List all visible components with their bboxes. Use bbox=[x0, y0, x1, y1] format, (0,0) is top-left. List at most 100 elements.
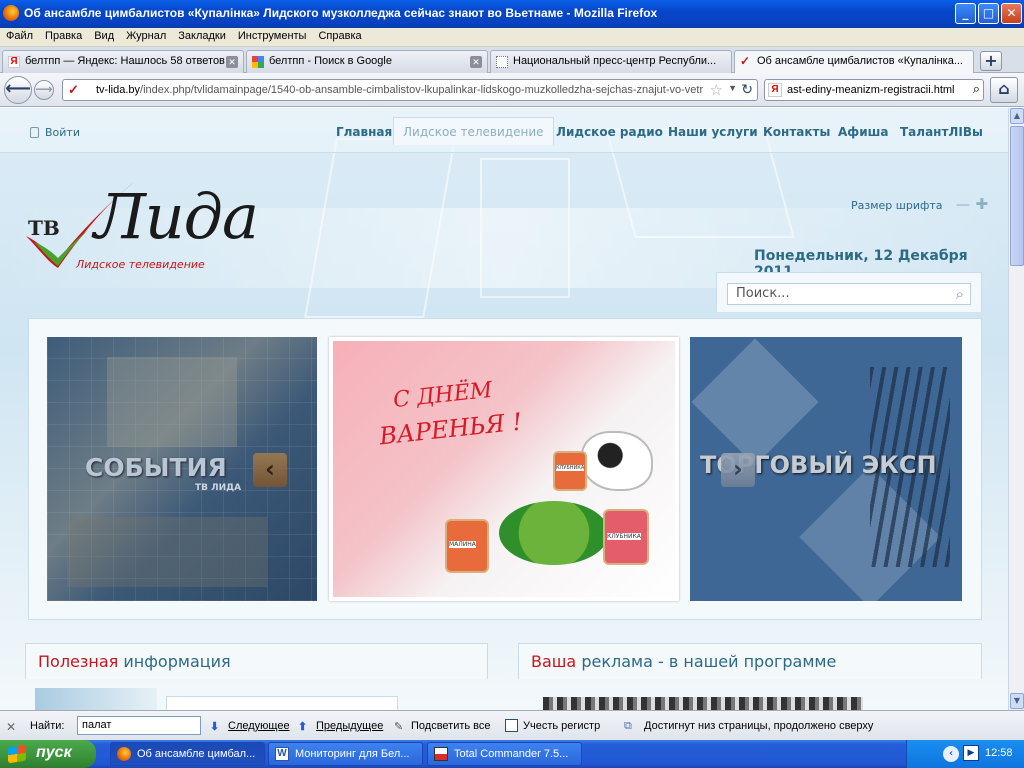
media-player-icon[interactable]: ▶ bbox=[963, 745, 979, 761]
close-tab-icon[interactable]: ✕ bbox=[226, 56, 238, 68]
clock[interactable]: 12:58 bbox=[985, 747, 1013, 759]
yandex-engine-icon[interactable]: Я bbox=[768, 83, 782, 97]
section-title-accent: Ваша bbox=[531, 652, 577, 671]
page-viewport: Войти Главная Лидское телевидение Лидско… bbox=[0, 108, 1008, 710]
nav-lida-radio[interactable]: Лидское радио bbox=[556, 125, 663, 139]
tab-active-article[interactable]: ✓ Об ансамбле цимбалистов «Купалінка... bbox=[734, 50, 974, 74]
search-icon[interactable]: ⌕ bbox=[972, 81, 980, 97]
jar-label: КЛУБНИКА bbox=[556, 465, 585, 471]
menu-view[interactable]: Вид bbox=[88, 28, 120, 42]
menu-history[interactable]: Журнал bbox=[120, 28, 172, 42]
nav-our-services[interactable]: Наши услуги bbox=[668, 125, 758, 139]
nav-home[interactable]: Главная bbox=[336, 125, 392, 139]
window-title: Об ансамбле цимбалистов «Купалінка» Лидс… bbox=[24, 6, 658, 20]
tab-yandex[interactable]: Я белтпп — Яндекс: Нашлось 58 ответов ✕ bbox=[2, 50, 244, 73]
windows-taskbar: пуск Об ансамбле цимбал... W Мониторинг … bbox=[0, 740, 1024, 768]
slide-diamond bbox=[691, 338, 819, 466]
slide-left-title: СОБЫТИЯ bbox=[85, 453, 227, 482]
maximize-button[interactable]: □ bbox=[978, 3, 999, 24]
login-link[interactable]: Войти bbox=[30, 126, 80, 139]
font-size-label: Размер шрифта bbox=[851, 199, 943, 212]
site-logo[interactable]: ТВ Лида Лидское телевидение bbox=[24, 168, 259, 278]
cat-illustration bbox=[581, 431, 653, 491]
minimize-button[interactable]: _ bbox=[955, 3, 976, 24]
new-tab-button[interactable]: + bbox=[980, 51, 1002, 71]
task-firefox[interactable]: Об ансамбле цимбал... bbox=[110, 742, 265, 766]
match-case-checkbox[interactable] bbox=[505, 719, 518, 732]
vertical-scrollbar[interactable]: ▲ ▼ bbox=[1008, 108, 1024, 710]
close-tab-icon[interactable]: ✕ bbox=[470, 56, 482, 68]
navigation-toolbar: ⟵ ⟶ ✓ tv-lida.by/index.php/tvlidamainpag… bbox=[0, 73, 1024, 107]
nav-contacts[interactable]: Контакты bbox=[763, 125, 830, 139]
match-case-label[interactable]: Учесть регистр bbox=[523, 720, 600, 732]
find-previous-button[interactable]: Предыдущее bbox=[316, 720, 383, 732]
lock-icon bbox=[30, 127, 39, 138]
slide-photo bbox=[67, 517, 267, 587]
logo-subtitle: Лидское телевидение bbox=[76, 258, 205, 271]
forward-button[interactable]: ⟶ bbox=[34, 80, 54, 100]
reload-icon[interactable]: ↻ bbox=[741, 81, 753, 98]
menu-tools[interactable]: Инструменты bbox=[232, 28, 313, 42]
highlight-all-button[interactable]: Подсветить все bbox=[411, 720, 491, 732]
task-total-commander[interactable]: Total Commander 7.5... bbox=[427, 742, 582, 766]
menu-bar: Файл Правка Вид Журнал Закладки Инструменты Сп… bbox=[0, 28, 1024, 47]
find-status-text: Достигнут низ страницы, продолжено сверх… bbox=[644, 720, 874, 732]
section-title-rest: реклама - в нашей программе bbox=[576, 652, 837, 671]
firefox-icon bbox=[3, 5, 19, 21]
info-thumbnail bbox=[35, 688, 157, 710]
nav-afisha[interactable]: Афиша bbox=[838, 125, 888, 139]
close-button[interactable]: ✕ bbox=[1001, 3, 1022, 24]
tab-label: Об ансамбле цимбалистов «Купалінка... bbox=[757, 55, 963, 67]
home-button[interactable]: ⌂ bbox=[990, 77, 1018, 103]
slide-birthday[interactable]: С ДНЁМ ВАРЕНЬЯ ! МАЛИНА КЛУБНИКА КЛУБНИК… bbox=[329, 337, 679, 601]
tab-press-center[interactable]: Национальный пресс-центр Республи... bbox=[490, 50, 732, 73]
total-commander-icon bbox=[434, 747, 448, 761]
site-search-placeholder: Поиск... bbox=[736, 286, 790, 301]
cake-illustration bbox=[499, 501, 609, 565]
find-next-button[interactable]: Следующее bbox=[228, 720, 290, 732]
search-bar[interactable]: Я ast-ediny-meanizm-registracii.html ⌕ bbox=[764, 79, 984, 101]
start-button[interactable]: пуск bbox=[0, 740, 96, 768]
url-bar[interactable]: ✓ tv-lida.by/index.php/tvlidamainpage/15… bbox=[62, 79, 758, 101]
menu-edit[interactable]: Правка bbox=[39, 28, 88, 42]
tab-google[interactable]: белтпп - Поиск в Google ✕ bbox=[246, 50, 488, 73]
back-button[interactable]: ⟵ bbox=[4, 76, 32, 104]
slide-photo bbox=[107, 357, 237, 447]
site-search-input[interactable]: Поиск... ⌕ bbox=[727, 283, 971, 305]
menu-file[interactable]: Файл bbox=[0, 28, 39, 42]
nav-talentlivy[interactable]: ТалантЛІВы bbox=[900, 125, 983, 139]
tray-collapse-icon[interactable]: ‹ bbox=[943, 746, 959, 762]
jar-label: МАЛИНА bbox=[449, 541, 476, 548]
dropdown-arrow-icon[interactable]: ▼ bbox=[728, 83, 737, 93]
tab-bar: Я белтпп — Яндекс: Нашлось 58 ответов ✕ … bbox=[0, 47, 1024, 74]
font-increase-icon[interactable]: ✚ bbox=[976, 195, 989, 213]
menu-bookmarks[interactable]: Закладки bbox=[172, 28, 232, 42]
logo-tv-text: ТВ bbox=[28, 216, 60, 240]
wrapped-info-icon: ⧉ bbox=[624, 720, 632, 732]
task-label: Total Commander 7.5... bbox=[454, 748, 569, 760]
section-title-accent: Полезная bbox=[38, 652, 119, 671]
carousel-next-button[interactable]: › bbox=[721, 453, 755, 487]
scroll-up-icon[interactable]: ▲ bbox=[1010, 108, 1024, 124]
scroll-down-icon[interactable]: ▼ bbox=[1010, 693, 1024, 709]
tv-lida-icon: ✓ bbox=[740, 54, 751, 68]
advert-video-thumbnail[interactable] bbox=[543, 697, 863, 710]
find-input[interactable]: палат bbox=[77, 716, 201, 735]
nav-lida-tv[interactable]: Лидское телевидение bbox=[393, 117, 554, 145]
magnifier-icon[interactable]: ⌕ bbox=[956, 285, 964, 303]
blank-page-icon bbox=[496, 56, 508, 68]
close-find-icon[interactable]: ✕ bbox=[6, 720, 16, 734]
menu-help[interactable]: Справка bbox=[312, 28, 367, 42]
task-label: Об ансамбле цимбал... bbox=[137, 748, 256, 760]
section-title: Полезная информация bbox=[38, 652, 231, 671]
window-title-bar[interactable]: Об ансамбле цимбалистов «Купалінка» Лидс… bbox=[0, 0, 1024, 28]
scroll-thumb[interactable] bbox=[1010, 126, 1024, 266]
carousel-prev-button[interactable]: ‹ bbox=[253, 453, 287, 487]
font-decrease-icon[interactable]: — bbox=[956, 197, 970, 213]
task-word[interactable]: W Мониторинг для Бел... bbox=[268, 742, 423, 766]
site-top-nav: Войти Главная Лидское телевидение Лидско… bbox=[0, 108, 1008, 154]
bookmark-star-icon[interactable]: ☆ bbox=[705, 81, 723, 99]
start-label: пуск bbox=[36, 744, 72, 761]
site-identity-icon[interactable]: ✓ bbox=[68, 82, 79, 98]
jar-label: КЛУБНИКА bbox=[607, 533, 641, 540]
